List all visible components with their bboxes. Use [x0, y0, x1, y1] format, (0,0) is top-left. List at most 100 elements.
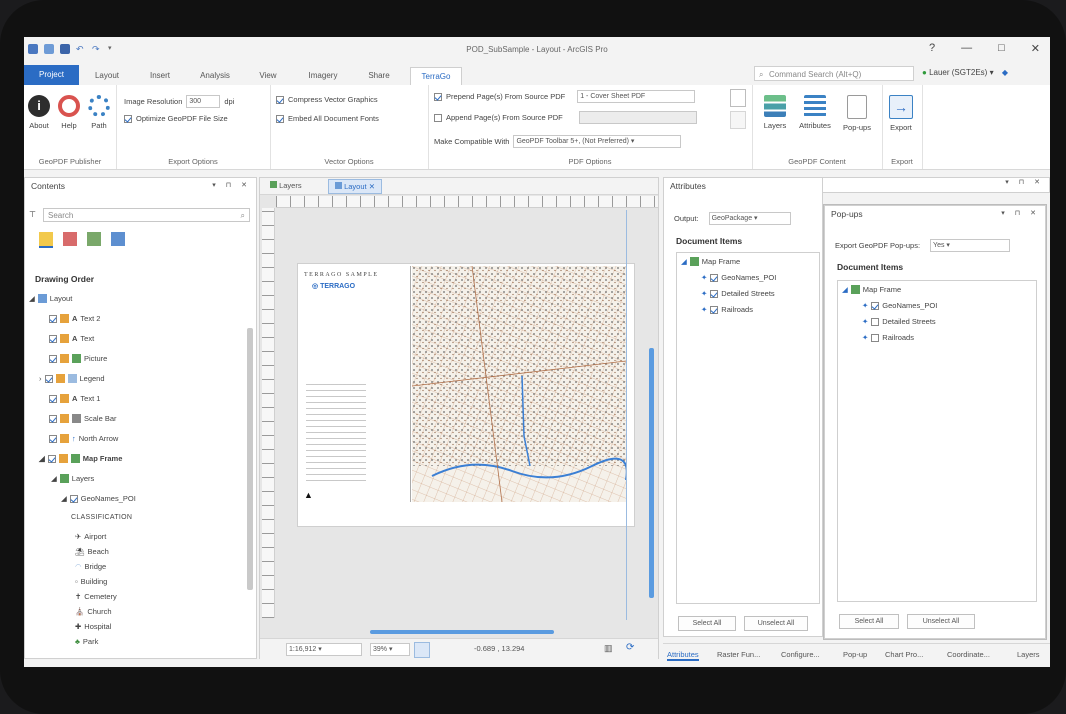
tree-item-map-frame[interactable]: ◢ Map Frame	[39, 454, 122, 463]
tree-item-layout[interactable]: ◢ Layout	[29, 294, 72, 303]
notifications-icon[interactable]: ◆	[1002, 68, 1008, 77]
visibility-checkbox[interactable]	[47, 454, 56, 463]
prepend-browse-button[interactable]	[730, 89, 746, 107]
tree-item-railroads[interactable]: ✦ Railroads	[701, 305, 753, 314]
close-icon[interactable]: ✕	[1031, 42, 1040, 55]
vertical-scrollbar[interactable]	[649, 348, 654, 598]
export-popups-select[interactable]: Yes ▾	[930, 239, 1011, 252]
prepend-input[interactable]: 1 - Cover Sheet PDF	[577, 90, 696, 103]
tree-item-north-arrow[interactable]: ↑ North Arrow	[49, 434, 118, 443]
fixed-zoom-icon[interactable]	[414, 642, 430, 658]
tree-item-layers[interactable]: ◢ Layers	[51, 474, 94, 483]
pane-tab-popup[interactable]: Pop-up	[843, 650, 867, 659]
minimize-icon[interactable]: —	[961, 42, 972, 55]
tree-item-picture[interactable]: Picture	[49, 354, 107, 363]
map-frame[interactable]	[412, 266, 626, 502]
tree-item-geonames[interactable]: ◢ GeoNames_POI	[61, 494, 136, 503]
layout-page[interactable]: TERRAGO SAMPLE ◎ TERRAGO ▲	[298, 264, 634, 526]
tab-layout[interactable]: Layout	[86, 67, 128, 85]
tree-item-detailed-streets[interactable]: ✦ Detailed Streets	[701, 289, 775, 298]
select-all-button[interactable]: Select All	[839, 614, 899, 629]
layer-checkbox[interactable]	[710, 289, 719, 298]
optimize-row[interactable]: Optimize GeoPDF File Size	[124, 114, 228, 123]
visibility-checkbox[interactable]	[49, 354, 57, 363]
selection-icon[interactable]	[87, 232, 101, 246]
image-resolution-input[interactable]: 300	[186, 95, 221, 108]
compress-checkbox[interactable]	[276, 95, 284, 104]
layer-checkbox[interactable]	[871, 301, 880, 310]
maximize-icon[interactable]: □	[998, 42, 1005, 55]
pane-tab-layers[interactable]: Layers	[1017, 650, 1040, 659]
user-account[interactable]: ● Lauer (SGT2Es) ▾ ◆	[922, 68, 1008, 77]
visibility-checkbox[interactable]	[69, 494, 78, 503]
pause-drawing-icon[interactable]: ▥	[604, 643, 613, 654]
tree-item-geonames[interactable]: ✦ GeoNames_POI	[862, 301, 937, 310]
close-icon[interactable]: ✕	[369, 182, 375, 191]
about-button[interactable]: i About	[24, 95, 54, 130]
layer-checkbox[interactable]	[710, 273, 719, 282]
append-row[interactable]: Append Page(s) From Source PDF	[434, 111, 697, 124]
tab-terrago[interactable]: TerraGo	[410, 67, 462, 86]
tree-item-text2[interactable]: A Text 2	[49, 314, 100, 323]
popups-button[interactable]: Pop-ups	[838, 95, 876, 132]
tab-share[interactable]: Share	[360, 67, 398, 85]
layer-checkbox[interactable]	[871, 317, 880, 326]
tab-imagery[interactable]: Imagery	[298, 67, 348, 85]
output-select[interactable]: GeoPackage ▾	[708, 212, 791, 225]
tree-item-detailed-streets[interactable]: ✦ Detailed Streets	[862, 317, 936, 326]
pane-tab-raster-functions[interactable]: Raster Fun...	[717, 650, 760, 659]
prepend-row[interactable]: Prepend Page(s) From Source PDF 1 - Cove…	[434, 90, 696, 103]
embed-row[interactable]: Embed All Document Fonts	[276, 114, 379, 123]
unselect-all-button[interactable]: Unselect All	[744, 616, 808, 631]
source-icon[interactable]	[63, 232, 77, 246]
tab-insert[interactable]: Insert	[140, 67, 180, 85]
pane-controls[interactable]: ▾ ⊓ ✕	[212, 178, 251, 194]
tree-item-map-frame[interactable]: ◢ Map Frame	[842, 285, 901, 294]
pane-tab-coordinate[interactable]: Coordinate...	[947, 650, 990, 659]
tab-view[interactable]: View	[250, 67, 286, 85]
layer-checkbox[interactable]	[710, 305, 719, 314]
editing-icon[interactable]	[111, 232, 125, 246]
scale-select[interactable]: 1:16,912 ▾	[286, 643, 362, 656]
tab-layout-view[interactable]: Layout ✕	[328, 179, 383, 194]
layers-button[interactable]: Layers	[758, 95, 792, 130]
append-checkbox[interactable]	[434, 113, 442, 122]
contents-scrollbar[interactable]	[247, 328, 253, 590]
visibility-checkbox[interactable]	[49, 314, 57, 323]
help-button[interactable]: Help	[54, 95, 84, 130]
compat-select[interactable]: GeoPDF Toolbar 5+, (Not Preferred) ▾	[513, 135, 682, 148]
visibility-checkbox[interactable]	[44, 374, 53, 383]
prepend-checkbox[interactable]	[434, 92, 442, 101]
visibility-checkbox[interactable]	[49, 414, 57, 423]
tree-item-railroads[interactable]: ✦ Railroads	[862, 333, 914, 342]
pane-tab-chart-properties[interactable]: Chart Pro...	[885, 650, 923, 659]
embed-checkbox[interactable]	[276, 114, 284, 123]
tree-item-text1[interactable]: A Text 1	[49, 394, 100, 403]
tree-item-geonames[interactable]: ✦ GeoNames_POI	[701, 273, 776, 282]
pane-controls[interactable]: ▾ ⊓ ✕	[1005, 178, 1044, 186]
pane-tab-attributes[interactable]: Attributes	[667, 650, 699, 661]
visibility-checkbox[interactable]	[49, 334, 57, 343]
unselect-all-button[interactable]: Unselect All	[907, 614, 975, 629]
path-button[interactable]: Path	[84, 95, 114, 130]
filter-icon[interactable]: ⊤	[29, 210, 36, 219]
horizontal-scrollbar[interactable]	[370, 630, 554, 634]
help-icon[interactable]: ?	[929, 42, 935, 55]
compress-row[interactable]: Compress Vector Graphics	[276, 95, 378, 104]
tab-layers-view[interactable]: Layers	[264, 180, 308, 192]
zoom-select[interactable]: 39% ▾	[370, 643, 410, 656]
tree-item-scale-bar[interactable]: Scale Bar	[49, 414, 117, 423]
tree-item-legend[interactable]: › Legend	[39, 374, 105, 383]
contents-search-input[interactable]: Search ⌕	[43, 208, 250, 222]
tab-project[interactable]: Project	[24, 65, 79, 85]
command-search-input[interactable]: ⌕ Command Search (Alt+Q)	[754, 66, 914, 81]
select-all-button[interactable]: Select All	[678, 616, 736, 631]
export-button[interactable]: → Export	[886, 95, 916, 132]
visibility-checkbox[interactable]	[49, 434, 57, 443]
tree-item-map-frame[interactable]: ◢ Map Frame	[681, 257, 740, 266]
attributes-button[interactable]: Attributes	[796, 95, 834, 130]
drawing-order-icon[interactable]	[39, 232, 53, 248]
optimize-checkbox[interactable]	[124, 114, 132, 123]
visibility-checkbox[interactable]	[49, 394, 57, 403]
pane-tab-configure[interactable]: Configure...	[781, 650, 820, 659]
